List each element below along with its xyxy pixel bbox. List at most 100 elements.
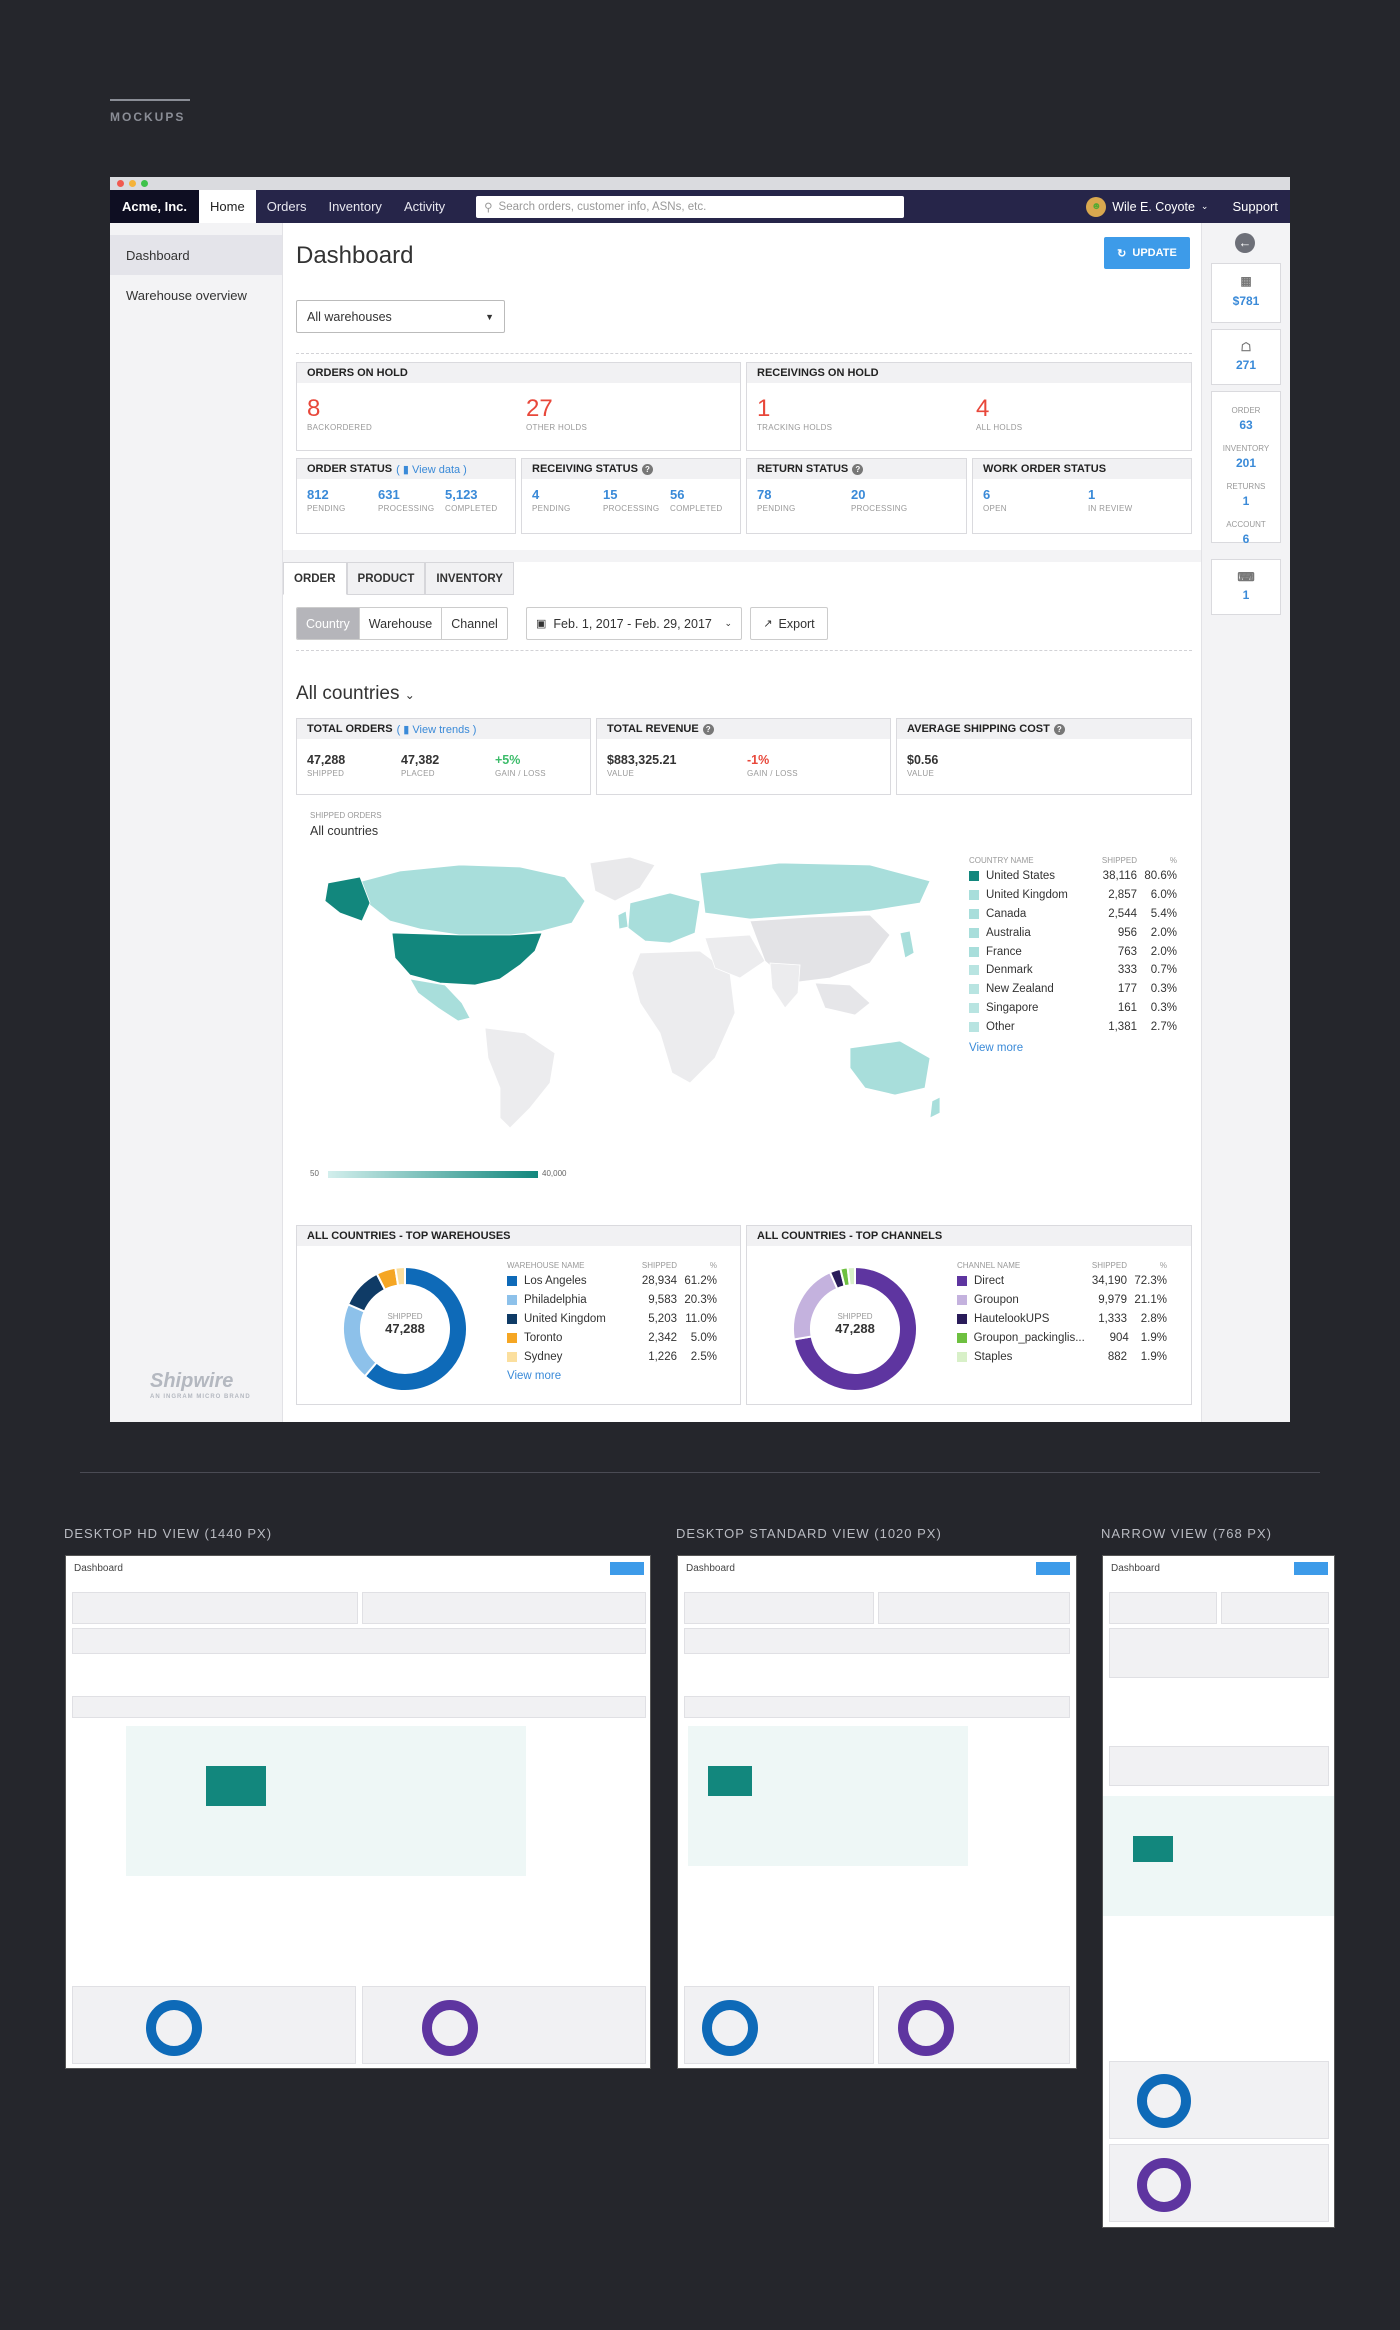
- search-input[interactable]: ⚲ Search orders, customer info, ASNs, et…: [476, 195, 905, 218]
- legend-shipped: 28,934: [641, 1275, 677, 1288]
- legend-shipped: 882: [1107, 1350, 1127, 1363]
- view-more-countries-link[interactable]: View more: [969, 1042, 1177, 1054]
- processing-stat[interactable]: 15 PROCESSING: [603, 487, 659, 513]
- warehouse-legend-row[interactable]: United Kingdom 5,203 11.0%: [507, 1310, 717, 1329]
- user-menu[interactable]: ☻ Wile E. Coyote ⌄: [1074, 196, 1220, 217]
- date-range-picker[interactable]: ▣ Feb. 1, 2017 - Feb. 29, 2017 ⌄: [526, 607, 742, 640]
- receiving-status-card: RECEIVING STATUS ? 4 PENDING 15 PROCESSING…: [521, 458, 741, 534]
- brand-name[interactable]: Acme, Inc.: [110, 190, 200, 223]
- country-legend-row[interactable]: Singapore 161 0.3%: [969, 999, 1177, 1018]
- channel-legend-row[interactable]: Staples 882 1.9%: [957, 1347, 1167, 1366]
- notifications-card[interactable]: ☖ 271: [1211, 329, 1281, 385]
- view-label-narrow: NARROW VIEW (768 PX): [1101, 1526, 1272, 1541]
- balance-card[interactable]: ▦ $781: [1211, 263, 1281, 323]
- channel-slice[interactable]: [846, 1265, 856, 1287]
- shipwire-logo: Shipwire AN INGRAM MICRO BRAND: [150, 1370, 251, 1400]
- legend-swatch: [957, 1276, 967, 1287]
- country-legend-row[interactable]: France 763 2.0%: [969, 942, 1177, 961]
- revenue-value-stat: $883,325.21 VALUE: [607, 753, 677, 778]
- open-stat[interactable]: 6 OPEN: [983, 487, 1007, 513]
- minimize-dot-icon[interactable]: [129, 180, 136, 187]
- country-legend-row[interactable]: Australia 956 2.0%: [969, 923, 1177, 942]
- card-title: ALL COUNTRIES - TOP CHANNELS: [747, 1226, 1191, 1246]
- warehouses-legend: WAREHOUSE NAME SHIPPED % Los Angeles 28,9…: [507, 1260, 717, 1382]
- maximize-dot-icon[interactable]: [141, 180, 148, 187]
- view-more-warehouses-link[interactable]: View more: [507, 1370, 717, 1382]
- pending-stat[interactable]: 78 PENDING: [757, 487, 796, 513]
- completed-stat[interactable]: 56 COMPLETED: [670, 487, 723, 513]
- country-legend-row[interactable]: Other 1,381 2.7%: [969, 1017, 1177, 1036]
- channel-legend-row[interactable]: HautelookUPS 1,333 2.8%: [957, 1310, 1167, 1329]
- thumb-block: [684, 1696, 1070, 1718]
- legend-name: Philadelphia: [524, 1294, 587, 1307]
- tracking-holds-stat[interactable]: 1 TRACKING HOLDS: [757, 397, 832, 433]
- sidebar-item-warehouse-overview[interactable]: Warehouse overview: [110, 275, 282, 315]
- country-legend-row[interactable]: United States 38,116 80.6%: [969, 867, 1177, 886]
- close-dot-icon[interactable]: [117, 180, 124, 187]
- warehouse-slice[interactable]: [394, 1265, 406, 1287]
- channel-legend-row[interactable]: Direct 34,190 72.3%: [957, 1272, 1167, 1291]
- back-arrow-icon[interactable]: ←: [1235, 233, 1255, 253]
- shipping-value-stat: $0.56 VALUE: [907, 753, 939, 778]
- map-india: [769, 962, 801, 1009]
- backordered-stat[interactable]: 8 BACKORDERED: [307, 397, 372, 433]
- update-button[interactable]: ↻ UPDATE: [1104, 237, 1190, 269]
- country-legend-row[interactable]: Canada 2,544 5.4%: [969, 905, 1177, 924]
- help-icon[interactable]: ?: [641, 463, 653, 475]
- legend-name: Denmark: [986, 964, 1033, 977]
- warehouse-legend-row[interactable]: Los Angeles 28,934 61.2%: [507, 1272, 717, 1291]
- keyboard-card[interactable]: ⌨ 1: [1211, 559, 1281, 615]
- nav-inventory[interactable]: Inventory: [317, 190, 392, 223]
- export-button[interactable]: ↗ Export: [750, 607, 828, 640]
- legend-name: Australia: [986, 926, 1031, 939]
- warehouse-select[interactable]: All warehouses ▼: [296, 300, 505, 333]
- legend-shipped: 161: [1117, 1001, 1137, 1014]
- map-subtitle: All countries: [310, 824, 379, 838]
- tab-product[interactable]: PRODUCT: [346, 562, 426, 595]
- other-holds-stat[interactable]: 27 OTHER HOLDS: [526, 397, 587, 433]
- help-icon[interactable]: ?: [702, 723, 714, 735]
- completed-stat[interactable]: 5,123 COMPLETED: [445, 487, 498, 513]
- sidebar-item-dashboard[interactable]: Dashboard: [110, 235, 282, 275]
- warehouse-legend-row[interactable]: Philadelphia 9,583 20.3%: [507, 1291, 717, 1310]
- country-legend-row[interactable]: New Zealand 177 0.3%: [969, 980, 1177, 999]
- thumb-block: [72, 1986, 356, 2064]
- world-map[interactable]: [310, 843, 940, 1133]
- bell-icon: ☖: [1240, 340, 1252, 354]
- legend-pct: 2.5%: [690, 1350, 717, 1363]
- legend-pct: 20.3%: [684, 1294, 717, 1307]
- section-rule: [110, 99, 190, 101]
- warehouse-legend-row[interactable]: Sydney 1,226 2.5%: [507, 1347, 717, 1366]
- thumb-block: [72, 1592, 358, 1624]
- help-icon[interactable]: ?: [852, 463, 864, 475]
- in-review-stat[interactable]: 1 IN REVIEW: [1088, 487, 1132, 513]
- view-data-link[interactable]: ( ▮ View data ): [396, 463, 467, 476]
- legend-shipped: 904: [1109, 1331, 1129, 1344]
- segment-channel[interactable]: Channel: [442, 608, 507, 639]
- support-link[interactable]: Support: [1220, 199, 1290, 214]
- legend-name: Groupon_packinglis...: [973, 1331, 1085, 1344]
- counts-card[interactable]: ORDER 63 INVENTORY 201 RETURNS 1 ACCOUNT…: [1211, 391, 1281, 546]
- segment-warehouse[interactable]: Warehouse: [360, 608, 443, 639]
- tab-inventory[interactable]: INVENTORY: [425, 562, 514, 595]
- processing-stat[interactable]: 631 PROCESSING: [378, 487, 434, 513]
- pending-stat[interactable]: 812 PENDING: [307, 487, 346, 513]
- all-holds-stat[interactable]: 4 ALL HOLDS: [976, 397, 1022, 433]
- view-trends-link[interactable]: ( ▮ View trends ): [397, 723, 477, 736]
- warehouse-legend-row[interactable]: Toronto 2,342 5.0%: [507, 1328, 717, 1347]
- channel-legend-row[interactable]: Groupon 9,979 21.1%: [957, 1291, 1167, 1310]
- channel-legend-row[interactable]: Groupon_packinglis... 904 1.9%: [957, 1328, 1167, 1347]
- nav-activity[interactable]: Activity: [393, 190, 456, 223]
- nav-orders[interactable]: Orders: [256, 190, 318, 223]
- country-legend-row[interactable]: Denmark 333 0.7%: [969, 961, 1177, 980]
- region-selector[interactable]: All countries ⌄: [296, 683, 415, 705]
- nav-home[interactable]: Home: [199, 190, 256, 223]
- country-legend-row[interactable]: United Kingdom 2,857 6.0%: [969, 886, 1177, 905]
- processing-stat[interactable]: 20 PROCESSING: [851, 487, 907, 513]
- legend-pct: 0.7%: [1150, 964, 1177, 977]
- segment-country[interactable]: Country: [297, 608, 360, 639]
- tab-order[interactable]: ORDER: [283, 562, 347, 595]
- help-icon[interactable]: ?: [1053, 723, 1065, 735]
- pending-stat[interactable]: 4 PENDING: [532, 487, 571, 513]
- legend-name: Sydney: [524, 1350, 563, 1363]
